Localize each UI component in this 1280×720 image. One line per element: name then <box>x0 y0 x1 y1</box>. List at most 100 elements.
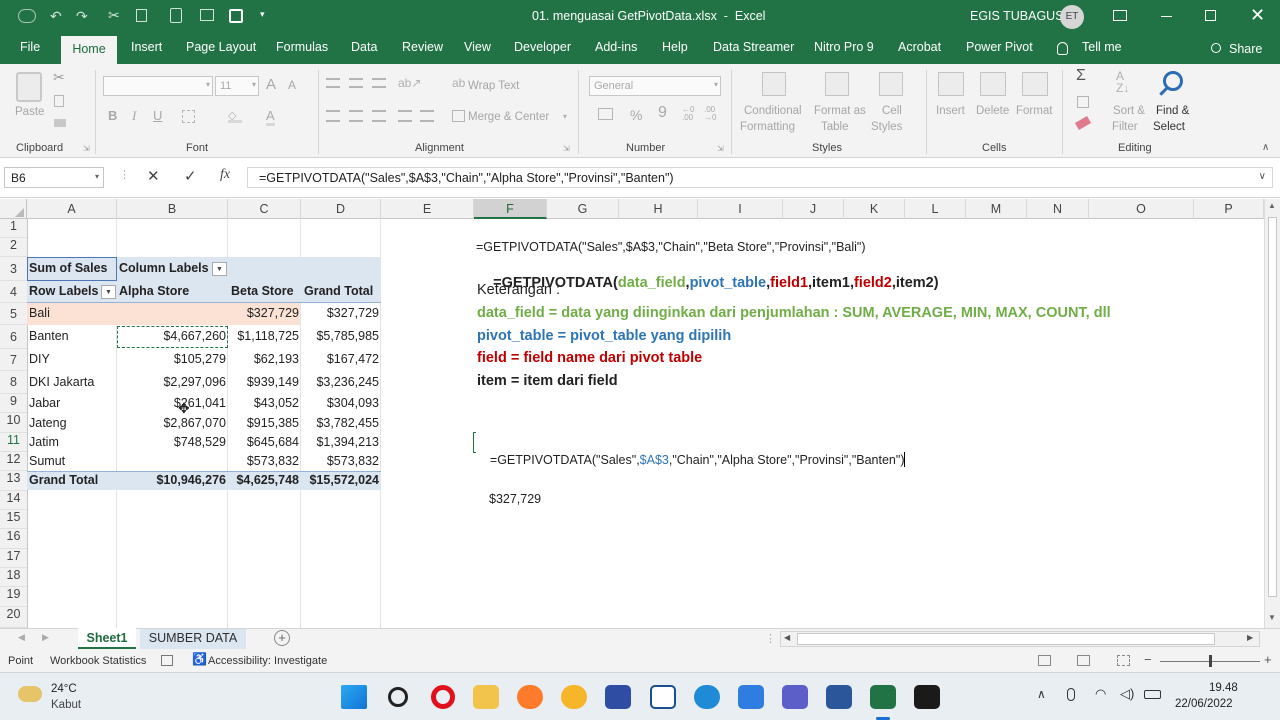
select-all-corner[interactable] <box>0 199 27 219</box>
dialog-launcher-icon[interactable]: ⇲ <box>717 144 724 153</box>
filter-dropdown-icon[interactable]: ▼ <box>101 285 116 299</box>
col-header-l[interactable]: L <box>905 199 966 219</box>
table-cell[interactable]: $939,149 <box>228 373 299 392</box>
format-painter-icon[interactable] <box>54 119 66 127</box>
filter-dropdown-icon[interactable]: ▼ <box>212 262 227 276</box>
weather-icon[interactable] <box>18 686 42 702</box>
font-color-icon[interactable]: A <box>266 108 275 126</box>
copy-icon[interactable] <box>136 9 147 22</box>
format-cells-icon[interactable] <box>1022 72 1048 96</box>
ribbon-display-icon[interactable] <box>1113 10 1127 21</box>
tab-insert[interactable]: Insert <box>131 40 162 54</box>
table-cell[interactable]: $573,832 <box>301 452 379 471</box>
keterangan-heading[interactable]: Keterangan : <box>477 282 560 298</box>
customize-qat-icon[interactable]: ▾ <box>260 9 265 20</box>
increase-font-icon[interactable]: A <box>266 76 276 93</box>
table-cell[interactable]: $2,867,070 <box>117 414 226 433</box>
conditional-formatting-label-1[interactable]: Conditional <box>744 105 802 117</box>
file-explorer-icon[interactable] <box>473 685 499 709</box>
cut-small-icon[interactable]: ✂ <box>53 69 65 86</box>
formula-input[interactable]: =GETPIVOTDATA("Sales",$A$3,"Chain","Alph… <box>247 167 1273 188</box>
cell-styles-label-1[interactable]: Cell <box>882 105 902 117</box>
col-header-n[interactable]: N <box>1027 199 1089 219</box>
row-header-20[interactable]: 20 <box>0 607 27 628</box>
table-cell[interactable]: $43,052 <box>228 394 299 413</box>
prev-sheet-icon[interactable]: ◀ <box>18 632 25 643</box>
table-cell[interactable]: $62,193 <box>228 350 299 369</box>
sort-filter-icon[interactable]: A Z↓ <box>1116 70 1129 94</box>
table-cell[interactable]: $748,529 <box>117 433 226 452</box>
battery-icon[interactable] <box>1144 690 1161 699</box>
scroll-thumb[interactable] <box>1268 217 1277 597</box>
tab-data-streamer[interactable]: Data Streamer <box>713 40 794 54</box>
borders-icon[interactable] <box>182 110 195 123</box>
conditional-formatting-icon[interactable] <box>762 72 786 96</box>
tab-file[interactable]: File <box>20 40 40 54</box>
close-icon[interactable]: ✕ <box>1250 5 1265 26</box>
table-cell[interactable]: $645,684 <box>228 433 299 452</box>
tab-developer[interactable]: Developer <box>514 40 571 54</box>
table-cell[interactable]: $327,729 <box>228 304 299 323</box>
volume-icon[interactable]: ◁) <box>1120 686 1134 702</box>
cut-icon[interactable]: ✂ <box>108 7 120 24</box>
tab-nitro-pro[interactable]: Nitro Pro 9 <box>814 40 874 54</box>
todo-icon[interactable] <box>738 685 764 709</box>
grand-total-label[interactable]: Grand Total <box>29 471 98 490</box>
note-data-field[interactable]: data_field = data yang diinginkan dari p… <box>477 305 1111 321</box>
clock-date[interactable]: 22/06/2022 <box>1175 698 1233 710</box>
col-header-o[interactable]: O <box>1089 199 1194 219</box>
col-header-f[interactable]: F <box>474 199 547 219</box>
row-header-13[interactable]: 13 <box>0 471 27 491</box>
sheet-tab-sheet1[interactable]: Sheet1 <box>78 628 136 649</box>
tab-acrobat[interactable]: Acrobat <box>898 40 941 54</box>
maximize-icon[interactable] <box>1205 10 1216 21</box>
format-as-table-icon[interactable] <box>825 72 849 96</box>
table-cell[interactable]: $327,729 <box>301 304 379 323</box>
table-cell[interactable]: $3,236,245 <box>301 373 379 392</box>
note-pivot-table[interactable]: pivot_table = pivot_table yang dipilih <box>477 328 731 344</box>
start-icon[interactable] <box>341 685 367 709</box>
chevron-down-icon[interactable]: ▾ <box>563 112 567 121</box>
table-row-label[interactable]: DKI Jakarta <box>29 373 94 392</box>
normal-view-icon[interactable] <box>1038 655 1051 666</box>
conditional-formatting-label-2[interactable]: Formatting <box>740 121 795 133</box>
confirm-entry-icon[interactable]: ✓ <box>184 167 197 185</box>
col-header-k[interactable]: K <box>844 199 905 219</box>
h-scroll-thumb[interactable] <box>797 633 1215 645</box>
delete-cells-icon[interactable] <box>980 72 1006 96</box>
row-header-10[interactable]: 10 <box>0 413 27 433</box>
pycharm-icon[interactable] <box>914 685 940 709</box>
row-header-15[interactable]: 15 <box>0 510 27 529</box>
table-cell[interactable]: $4,667,260 <box>117 327 226 346</box>
edge-icon[interactable] <box>694 685 720 709</box>
grand-total-beta[interactable]: $4,625,748 <box>228 471 299 490</box>
page-layout-view-icon[interactable] <box>1077 655 1090 666</box>
zoom-in-icon[interactable]: + <box>1264 652 1272 667</box>
weather-temp[interactable]: 24°C <box>51 683 77 695</box>
col-header-i[interactable]: I <box>698 199 783 219</box>
name-box[interactable]: B6 ▾ <box>4 167 104 188</box>
zoom-slider-thumb[interactable] <box>1209 655 1212 667</box>
accessibility-icon[interactable]: ♿ <box>192 652 207 666</box>
wrap-text-button[interactable]: Wrap Text <box>468 80 519 92</box>
row-header-1[interactable]: 1 <box>0 219 27 238</box>
clear-icon[interactable] <box>1074 116 1092 130</box>
sort-filter-label-1[interactable]: Sort & <box>1113 105 1145 117</box>
autosave-icon[interactable] <box>18 9 36 23</box>
tab-formulas[interactable]: Formulas <box>276 40 328 54</box>
dialog-launcher-icon[interactable]: ⇲ <box>563 144 570 153</box>
find-select-label-1[interactable]: Find & <box>1156 105 1189 117</box>
add-sheet-icon[interactable]: + <box>274 630 290 646</box>
row-header-12[interactable]: 12 <box>0 452 27 471</box>
minimize-icon[interactable] <box>1161 16 1172 17</box>
italic-icon[interactable]: I <box>132 108 136 124</box>
align-middle-icon[interactable] <box>349 78 363 88</box>
col-header-g[interactable]: G <box>547 199 619 219</box>
orientation-icon[interactable]: ab↗ <box>398 76 421 90</box>
avatar[interactable]: ET <box>1060 5 1084 29</box>
firefox-icon[interactable] <box>517 685 543 709</box>
row-header-5[interactable]: 5 <box>0 303 27 325</box>
col-header-b[interactable]: B <box>117 199 228 219</box>
grand-total-alpha[interactable]: $10,946,276 <box>117 471 226 490</box>
example-formula[interactable]: =GETPIVOTDATA("Sales",$A$3,"Chain","Beta… <box>476 238 866 257</box>
